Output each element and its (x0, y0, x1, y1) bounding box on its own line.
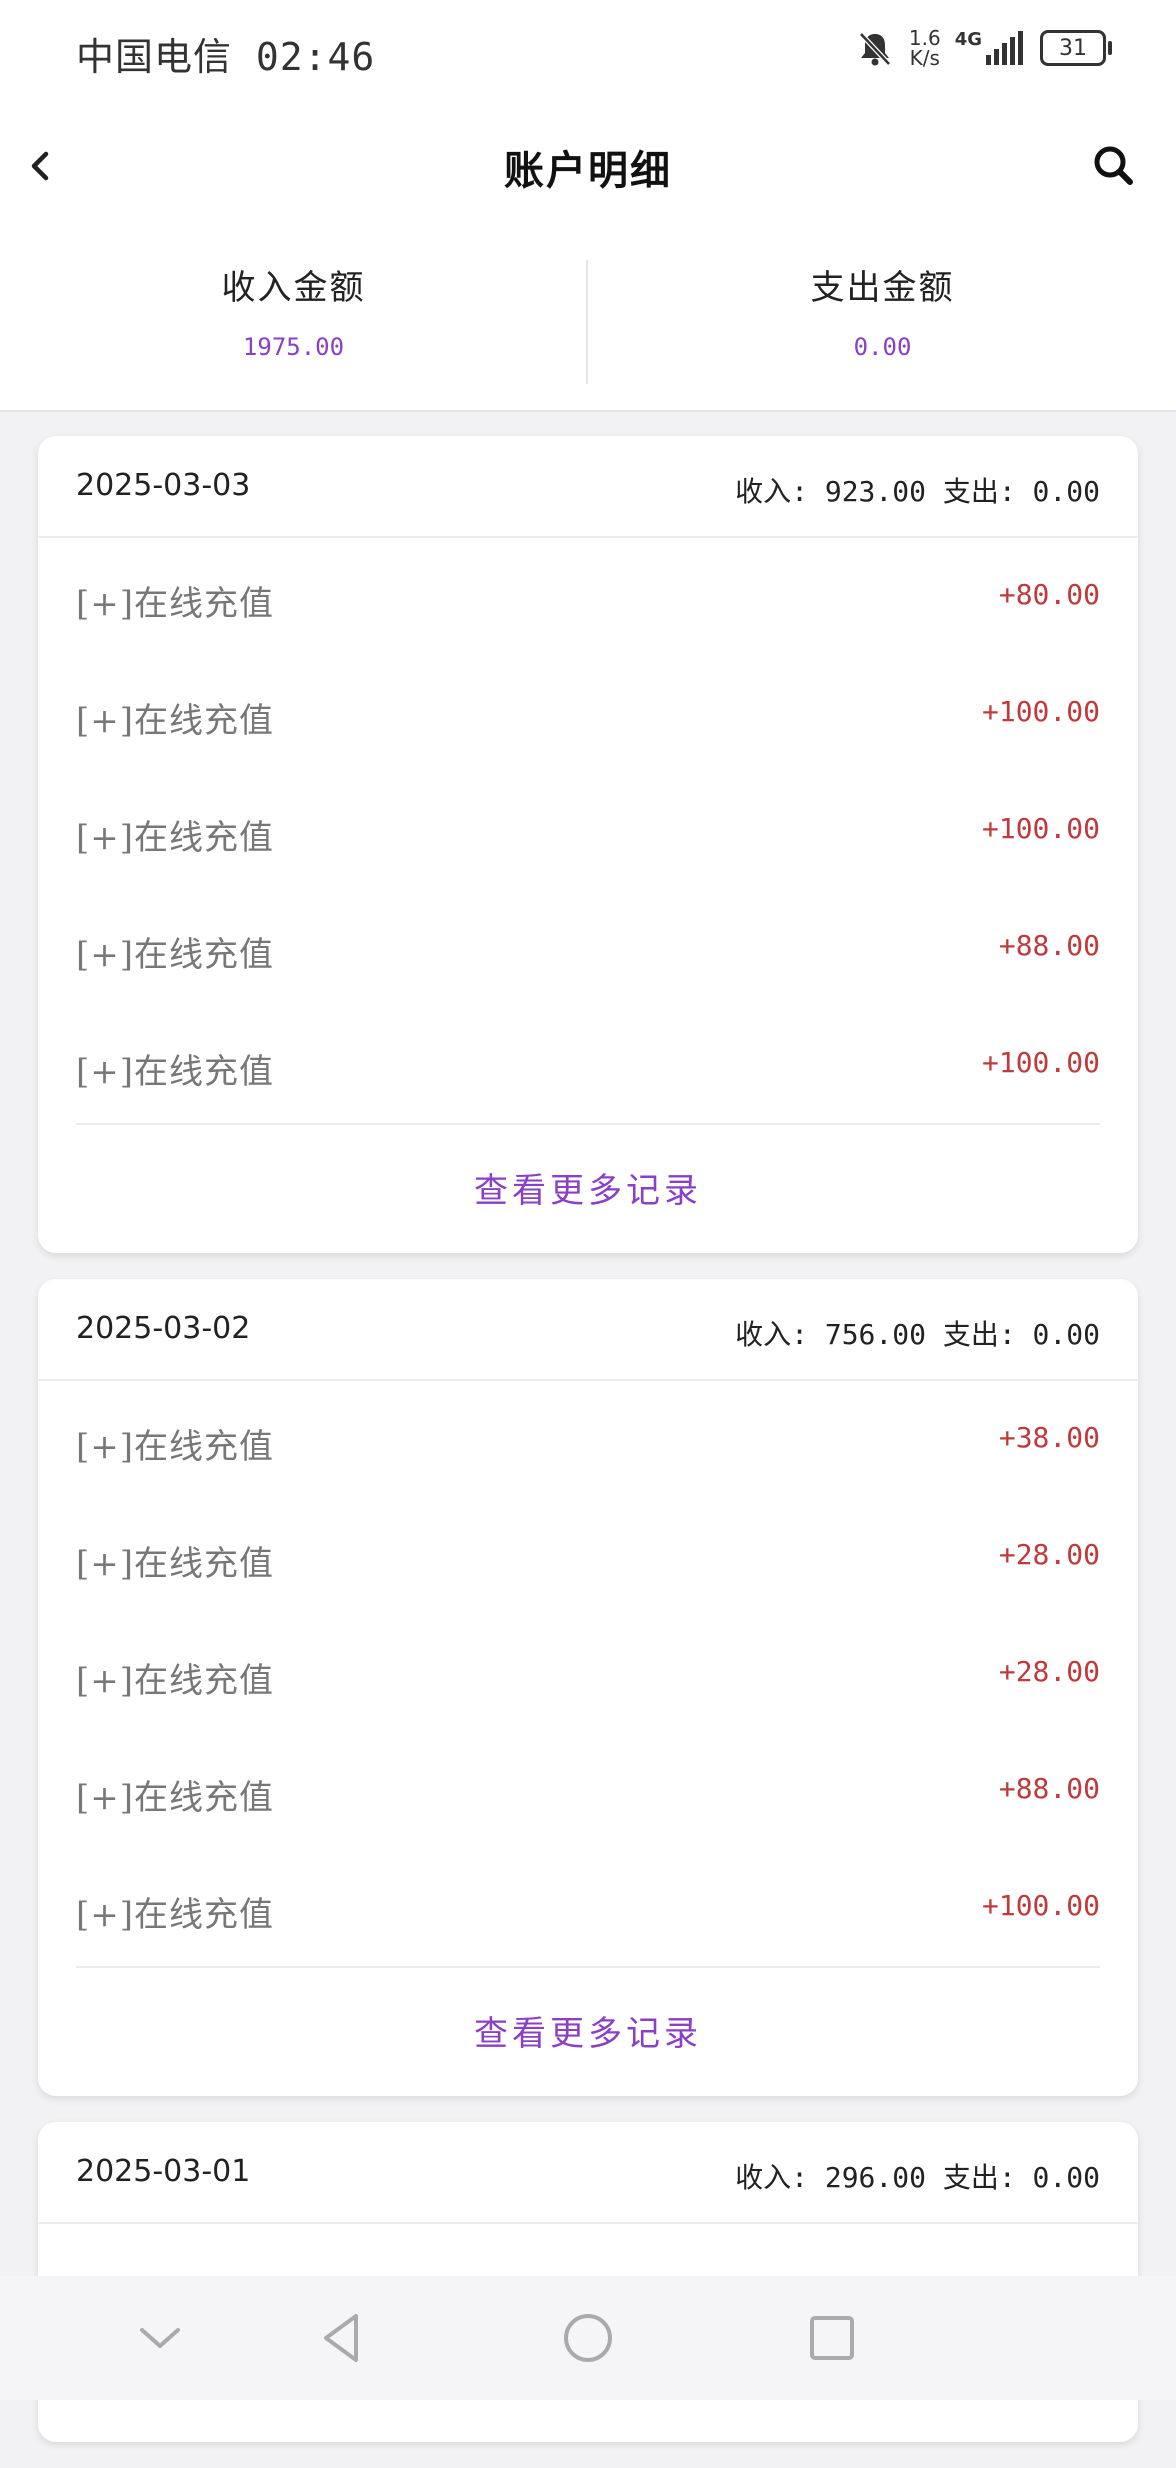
day-card-header: 2025-03-02 收入: 756.00 支出: 0.00 (38, 1279, 1138, 1381)
day-card-header: 2025-03-03 收入: 923.00 支出: 0.00 (38, 436, 1138, 538)
recents-square-icon (810, 2316, 854, 2360)
app-header: 账户明细 (0, 100, 1176, 230)
income-summary: 收入金额 1975.00 (0, 260, 587, 361)
transaction-label: [+]在线充值 (76, 701, 275, 741)
transaction-amount: +100.00 (981, 695, 1100, 728)
day-totals: 收入: 923.00 支出: 0.00 (735, 475, 1100, 508)
transaction-row[interactable]: [+]在线充值 +100.00 (76, 655, 1100, 772)
net-speed: 1.6 K/s (909, 28, 941, 68)
transaction-label: [+]在线充值 (76, 818, 275, 858)
view-more-button[interactable]: 查看更多记录 (38, 1125, 1138, 1253)
network-type: 4G (954, 29, 982, 50)
day-list[interactable]: 2025-03-03 收入: 923.00 支出: 0.00 [+]在线充值 +… (38, 436, 1138, 2468)
view-more-button[interactable]: 查看更多记录 (38, 1968, 1138, 2096)
transaction-amount: +88.00 (998, 929, 1100, 962)
system-nav-bar (0, 2276, 1176, 2400)
transaction-label: [+]在线充值 (76, 1895, 275, 1935)
chevron-down-icon (140, 2328, 180, 2348)
transaction-row[interactable]: [+]在线充值 +28.00 (76, 1615, 1100, 1732)
transaction-amount: +100.00 (981, 1046, 1100, 1079)
transaction-row[interactable]: [+]在线充值 +100.00 (76, 1006, 1100, 1123)
page-title: 账户明细 (504, 147, 672, 194)
signal-group: 4G (955, 31, 1026, 65)
summary-divider (586, 260, 588, 384)
back-triangle-icon (324, 2314, 358, 2362)
day-date: 2025-03-02 (76, 1311, 251, 1346)
summary-panel: 收入金额 1975.00 支出金额 0.00 (0, 230, 1176, 412)
transaction-row[interactable]: [+]在线充值 +100.00 (76, 1849, 1100, 1966)
transaction-amount: +88.00 (998, 1772, 1100, 1805)
expense-label: 支出金额 (810, 268, 955, 308)
transaction-row[interactable]: [+]在线充值 +80.00 (76, 538, 1100, 655)
net-speed-unit: K/s (909, 46, 940, 70)
day-card-header: 2025-03-01 收入: 296.00 支出: 0.00 (38, 2122, 1138, 2224)
transaction-amount: +28.00 (998, 1538, 1100, 1571)
carrier-time: 中国电信 02:46 (76, 35, 376, 79)
signal-icon (986, 31, 1023, 65)
home-circle-icon (564, 2314, 612, 2362)
transaction-label: [+]在线充值 (76, 1778, 275, 1818)
income-value: 1975.00 (242, 333, 345, 361)
transaction-row[interactable]: [+]在线充值 +88.00 (76, 1732, 1100, 1849)
day-totals: 收入: 296.00 支出: 0.00 (735, 2161, 1100, 2194)
transaction-amount: +100.00 (981, 1889, 1100, 1922)
transaction-row[interactable]: [+]在线充值 +88.00 (76, 889, 1100, 1006)
search-icon (1094, 146, 1133, 185)
nav-back-button[interactable] (312, 2308, 372, 2368)
expense-value: 0.00 (853, 333, 912, 361)
status-icons: 1.6 K/s 4G 31 (855, 26, 1112, 70)
transaction-label: [+]在线充值 (76, 935, 275, 975)
day-date: 2025-03-01 (76, 2154, 251, 2189)
battery-icon: 31 (1040, 30, 1112, 66)
day-date: 2025-03-03 (76, 468, 251, 503)
transaction-amount: +38.00 (998, 1421, 1100, 1454)
transaction-amount: +28.00 (998, 1655, 1100, 1688)
transaction-list: [+]在线充值 +38.00 [+]在线充值 +28.00 [+]在线充值 +2… (38, 1381, 1138, 1966)
transaction-row[interactable]: [+]在线充值 +28.00 (76, 1498, 1100, 1615)
status-bar: 中国电信 02:46 1.6 K/s 4G 31 (0, 0, 1176, 100)
day-totals: 收入: 756.00 支出: 0.00 (735, 1318, 1100, 1351)
transaction-row[interactable]: [+]在线充值 +38.00 (76, 1381, 1100, 1498)
transaction-label: [+]在线充值 (76, 1427, 275, 1467)
bell-muted-icon (859, 32, 891, 66)
search-button[interactable] (1086, 138, 1142, 194)
transaction-list: [+]在线充值 +80.00 [+]在线充值 +100.00 [+]在线充值 +… (38, 538, 1138, 1123)
expense-summary: 支出金额 0.00 (589, 260, 1176, 361)
battery-level: 31 (1059, 35, 1087, 61)
nav-home-button[interactable] (558, 2308, 618, 2368)
transaction-amount: +100.00 (981, 812, 1100, 845)
net-speed-value: 1.6 (908, 26, 941, 50)
transaction-label: [+]在线充值 (76, 1052, 275, 1092)
nav-collapse-button[interactable] (130, 2308, 190, 2368)
transaction-amount: +80.00 (998, 578, 1100, 611)
income-label: 收入金额 (221, 268, 366, 308)
transaction-row[interactable]: [+]在线充值 +100.00 (76, 772, 1100, 889)
transaction-label: [+]在线充值 (76, 1661, 275, 1701)
nav-recents-button[interactable] (802, 2308, 862, 2368)
transaction-label: [+]在线充值 (76, 1544, 275, 1584)
day-card: 2025-03-03 收入: 923.00 支出: 0.00 [+]在线充值 +… (38, 436, 1138, 1253)
transaction-label: [+]在线充值 (76, 584, 275, 624)
day-card: 2025-03-02 收入: 756.00 支出: 0.00 [+]在线充值 +… (38, 1279, 1138, 2096)
